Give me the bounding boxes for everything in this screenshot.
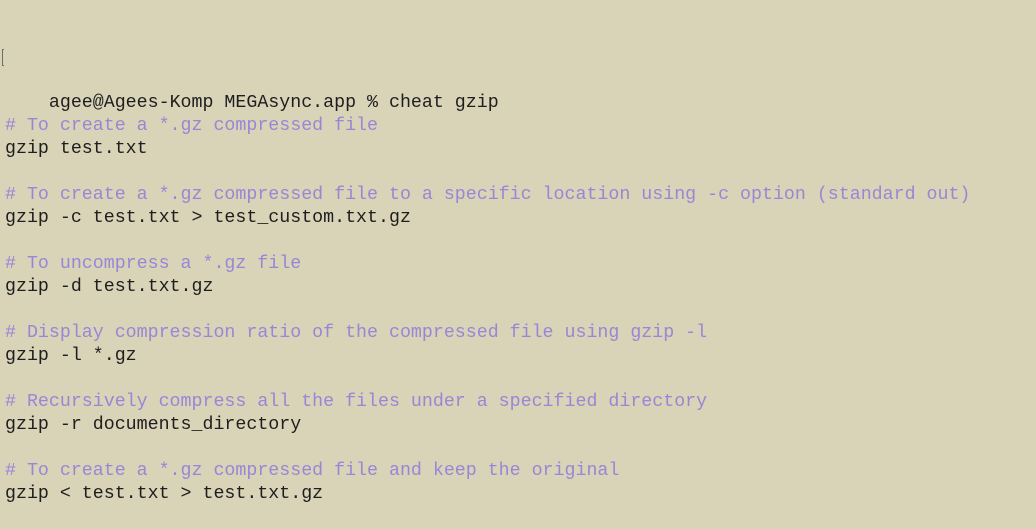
- command-line: gzip -d test.txt.gz: [5, 277, 214, 297]
- command-line: gzip test.txt: [5, 139, 148, 159]
- command-line: gzip -r documents_directory: [5, 415, 302, 435]
- comment-line: # Recursively compress all the files und…: [5, 392, 708, 412]
- comment-line: # To create a *.gz compressed file to a …: [5, 185, 971, 205]
- command-line: gzip -l *.gz: [5, 346, 137, 366]
- terminal-window[interactable]: agee@Agees-Komp MEGAsync.app % cheat gzi…: [0, 0, 1036, 504]
- comment-line: # To uncompress a *.gz file: [5, 254, 302, 274]
- command-line: gzip -c test.txt > test_custom.txt.gz: [5, 208, 411, 228]
- prompt-text: agee@Agees-Komp MEGAsync.app % cheat gzi…: [48, 93, 499, 113]
- prompt-line: agee@Agees-Komp MEGAsync.app % cheat gzi…: [2, 46, 1036, 113]
- comment-line: # To create a *.gz compressed file and k…: [5, 461, 620, 481]
- comment-line: # To create a *.gz compressed file: [5, 116, 378, 136]
- terminal-output: # To create a *.gz compressed file gzip t…: [5, 115, 1036, 506]
- comment-line: # Display compression ratio of the compr…: [5, 323, 708, 343]
- cursor-bracket-icon: [2, 49, 4, 66]
- command-line: gzip < test.txt > test.txt.gz: [5, 484, 324, 504]
